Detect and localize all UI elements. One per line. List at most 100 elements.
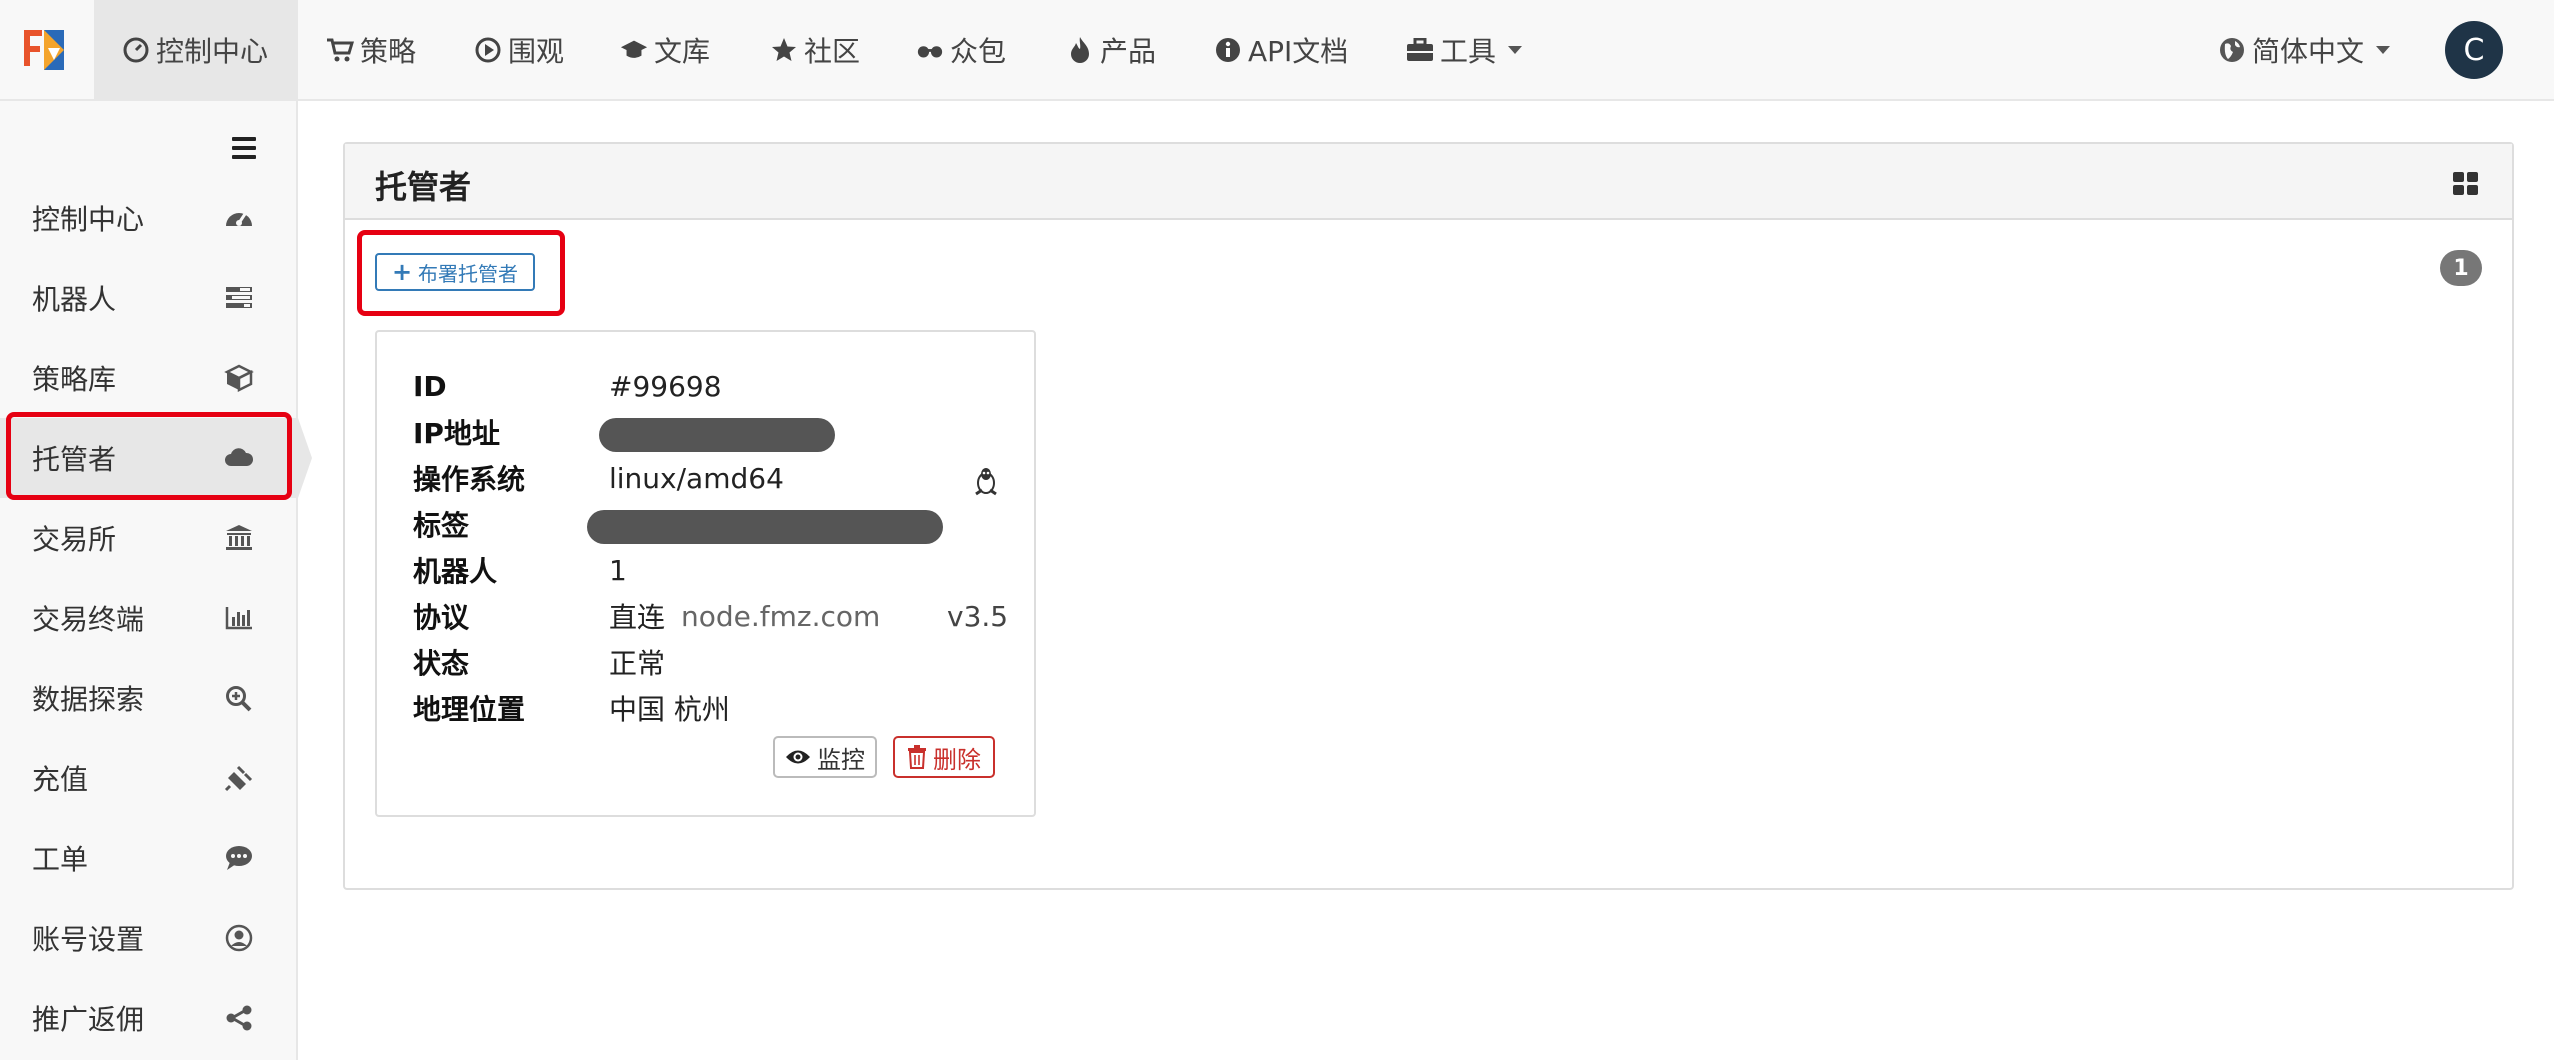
glasses-icon: [916, 36, 944, 64]
top-navbar: 控制中心 策略 围观 文库 社区 众包 产品 API文档 工具 简体中文 C: [0, 0, 2554, 101]
dashboard-icon: [226, 213, 252, 226]
field-key: 状态: [413, 647, 470, 680]
delete-label: 删除: [933, 745, 981, 774]
host-card: ID #99698 IP地址 操作系统 linux/amd64 标签 机器人 1…: [375, 330, 1036, 817]
sidebar-item-tickets[interactable]: 工单: [0, 818, 298, 898]
nav-label: 围观: [508, 35, 565, 68]
language-label: 简体中文: [2252, 35, 2365, 68]
panel-header: 托管者: [345, 144, 2512, 220]
nav-label: 众包: [950, 35, 1007, 68]
host-version: v3.5: [947, 599, 1009, 633]
nav-products[interactable]: 产品: [1066, 0, 1156, 100]
star-icon: [770, 36, 798, 64]
sidebar-item-label: 工单: [32, 843, 89, 876]
nav-strategy[interactable]: 策略: [326, 0, 416, 100]
monitor-button[interactable]: 监控: [773, 736, 877, 778]
host-count-badge: 1: [2440, 250, 2482, 286]
sidebar-item-exchanges[interactable]: 交易所: [0, 498, 298, 578]
delete-button[interactable]: 删除: [893, 736, 995, 778]
monitor-label: 监控: [817, 745, 865, 774]
field-value: linux/amd64: [609, 461, 784, 495]
nav-label: 产品: [1100, 35, 1157, 68]
nav-label: 控制中心: [156, 35, 269, 68]
avatar[interactable]: C: [2445, 21, 2503, 79]
grid-view-icon[interactable]: [2453, 172, 2479, 196]
field-os: 操作系统 linux/amd64: [413, 458, 1003, 498]
play-circle-icon: [474, 36, 502, 64]
trash-icon: [908, 745, 926, 769]
sidebar-item-label: 交易终端: [32, 603, 145, 636]
sidebar-item-robots[interactable]: 机器人: [0, 258, 298, 338]
field-value: 1: [609, 553, 627, 587]
field-tags: 标签: [413, 504, 609, 544]
sidebar-item-referral[interactable]: 推广返佣: [0, 978, 298, 1058]
sidebar-item-account-settings[interactable]: 账号设置: [0, 898, 298, 978]
field-key: IP地址: [413, 417, 500, 450]
page-title: 托管者: [375, 168, 472, 206]
field-key: 标签: [413, 509, 470, 542]
nav-label: 社区: [804, 35, 861, 68]
nav-api-docs[interactable]: API文档: [1214, 0, 1348, 100]
share-icon: [226, 1005, 252, 1031]
sidebar-item-trade-terminal[interactable]: 交易终端: [0, 578, 298, 658]
user-circle-icon: [225, 924, 253, 952]
cart-icon: [326, 36, 354, 64]
highlight-box-deploy: [357, 230, 565, 316]
field-ip: IP地址: [413, 412, 609, 452]
sidebar-item-recharge[interactable]: 充值: [0, 738, 298, 818]
nav-label: 工具: [1440, 35, 1497, 68]
plug-icon: [224, 765, 253, 792]
redacted-tags: [587, 510, 943, 544]
bank-icon: [226, 525, 252, 550]
language-dropdown[interactable]: 简体中文: [2218, 0, 2391, 100]
nav-community[interactable]: 社区: [770, 0, 860, 100]
field-key: 操作系统: [413, 463, 526, 496]
nav-label: API文档: [1248, 35, 1349, 68]
sidebar: 控制中心 机器人 策略库 托管者 交易所 交易终端 数据探索 充值 工单 账号设…: [0, 101, 312, 1060]
sidebar-item-data-explore[interactable]: 数据探索: [0, 658, 298, 738]
field-key: 协议: [413, 601, 470, 634]
sidebar-item-strategy-lib[interactable]: 策略库: [0, 338, 298, 418]
dashboard-icon: [122, 36, 150, 64]
briefcase-icon: [1406, 36, 1434, 64]
info-circle-icon: [1214, 36, 1242, 64]
field-value: #99698: [609, 369, 722, 403]
eye-icon: [786, 750, 810, 764]
nav-label: 策略: [360, 35, 417, 68]
cube-icon: [224, 364, 254, 392]
chevron-down-icon: [2376, 46, 2391, 54]
highlight-box-sidebar: [6, 412, 292, 500]
nav-watch[interactable]: 围观: [474, 0, 564, 100]
sidebar-item-label: 推广返佣: [32, 1003, 145, 1036]
field-key: 机器人: [413, 555, 498, 588]
field-location: 地理位置 中国 杭州: [413, 688, 730, 728]
field-key: ID: [413, 369, 447, 403]
field-id: ID #99698: [413, 366, 722, 406]
field-status: 状态 正常: [413, 642, 665, 682]
fire-icon: [1066, 36, 1094, 64]
sidebar-item-dashboard[interactable]: 控制中心: [0, 178, 298, 258]
bar-chart-icon: [225, 607, 252, 630]
field-value: 正常: [609, 647, 666, 680]
sidebar-item-label: 机器人: [32, 283, 117, 316]
nav-library[interactable]: 文库: [620, 0, 710, 100]
field-robots: 机器人 1: [413, 550, 627, 590]
tasks-icon: [226, 287, 252, 308]
field-protocol: 协议 直连 node.fmz.com v3.5: [413, 596, 1013, 636]
nav-tools-dropdown[interactable]: 工具: [1406, 0, 1523, 100]
field-value: 中国 杭州: [609, 693, 730, 726]
hamburger-menu-icon[interactable]: [232, 137, 256, 159]
sidebar-item-label: 策略库: [32, 363, 117, 396]
redacted-ip: [599, 418, 835, 452]
zoom-in-icon: [226, 686, 252, 712]
comment-icon: [226, 846, 252, 870]
chevron-down-icon: [1508, 46, 1523, 54]
sidebar-item-label: 数据探索: [32, 683, 145, 716]
sidebar-item-label: 交易所: [32, 523, 117, 556]
graduation-cap-icon: [620, 36, 648, 64]
nav-crowdsource[interactable]: 众包: [916, 0, 1006, 100]
nav-dashboard[interactable]: 控制中心: [94, 0, 298, 100]
sidebar-item-label: 控制中心: [32, 203, 145, 236]
fmz-logo-icon[interactable]: [20, 26, 68, 74]
active-indicator-arrow: [298, 418, 312, 498]
